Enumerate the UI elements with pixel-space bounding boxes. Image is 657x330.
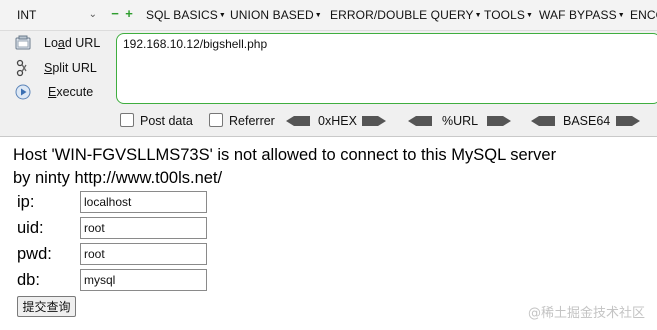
db-label: db: [17,271,40,289]
type-select[interactable]: INT ⌄ [8,5,104,25]
post-data-toggle[interactable]: Post data [120,113,193,128]
caret-down-icon: ▼ [617,12,625,19]
scissors-icon [16,59,27,77]
menu-waf-bypass-label: WAF BYPASS [539,8,617,22]
submit-query-button[interactable]: 提交查询 [17,296,76,317]
menu-error-double-query[interactable]: ERROR/DOUBLE QUERY▼ [330,8,482,22]
menu-tools-label: TOOLS [484,8,525,22]
menu-tools[interactable]: TOOLS▼ [484,8,533,22]
url-value: 192.168.10.12/bigshell.php [123,37,268,51]
plus-button[interactable]: + [124,7,134,20]
pwd-input[interactable] [80,243,207,265]
execute-label: Execute [48,85,94,99]
url-encode-arrow-icon[interactable] [487,116,511,126]
error-message: Host 'WIN-FGVSLLMS73S' is not allowed to… [13,146,557,164]
hackbar-menubar: INT ⌄ − + SQL BASICS▼ UNION BASED▼ ERROR… [0,0,657,31]
caret-down-icon: ▼ [314,12,322,19]
menu-encoding[interactable]: ENCO [630,8,657,22]
split-url-label: Split URL [44,61,97,75]
menu-encoding-label: ENCO [630,8,657,22]
menu-union-based-label: UNION BASED [230,8,314,22]
uid-label: uid: [17,219,44,237]
caret-down-icon: ▼ [525,12,533,19]
load-url-label: Load URL [44,36,101,50]
hex-encoder-label: 0xHEX [318,114,357,128]
pwd-label: pwd: [17,245,52,263]
base64-decode-arrow-icon[interactable] [531,116,555,126]
play-icon [15,84,31,100]
hackbar-panel: Load URL Split URL Execute 192.168.10.12… [0,31,657,137]
menu-waf-bypass[interactable]: WAF BYPASS▼ [539,8,625,22]
url-decode-arrow-icon[interactable] [408,116,432,126]
ip-input[interactable] [80,191,207,213]
db-input[interactable] [80,269,207,291]
type-select-value: INT [17,8,37,22]
watermark: @稀土掘金技术社区 [527,306,645,321]
chevron-down-icon: ⌄ [88,9,97,20]
post-data-checkbox[interactable] [120,113,134,127]
menu-error-double-query-label: ERROR/DOUBLE QUERY [330,8,474,22]
base64-encode-arrow-icon[interactable] [616,116,640,126]
caret-down-icon: ▼ [218,12,226,19]
hex-encode-arrow-icon[interactable] [362,116,386,126]
hex-decode-arrow-icon[interactable] [286,116,310,126]
base64-encoder-label: BASE64 [563,114,611,128]
referrer-checkbox[interactable] [209,113,223,127]
referrer-label: Referrer [229,114,275,128]
menu-sql-basics[interactable]: SQL BASICS▼ [146,8,226,22]
uid-input[interactable] [80,217,207,239]
caret-down-icon: ▼ [474,12,482,19]
url-encoder-label: %URL [442,114,479,128]
url-textarea[interactable]: 192.168.10.12/bigshell.php [116,33,657,104]
credit-line: by ninty http://www.t00ls.net/ [13,169,223,187]
minus-button[interactable]: − [110,7,120,20]
ip-label: ip: [17,193,35,211]
load-url-icon [15,35,31,50]
referrer-toggle[interactable]: Referrer [209,113,275,128]
menu-union-based[interactable]: UNION BASED▼ [230,8,322,22]
post-data-label: Post data [140,114,193,128]
menu-sql-basics-label: SQL BASICS [146,8,218,22]
